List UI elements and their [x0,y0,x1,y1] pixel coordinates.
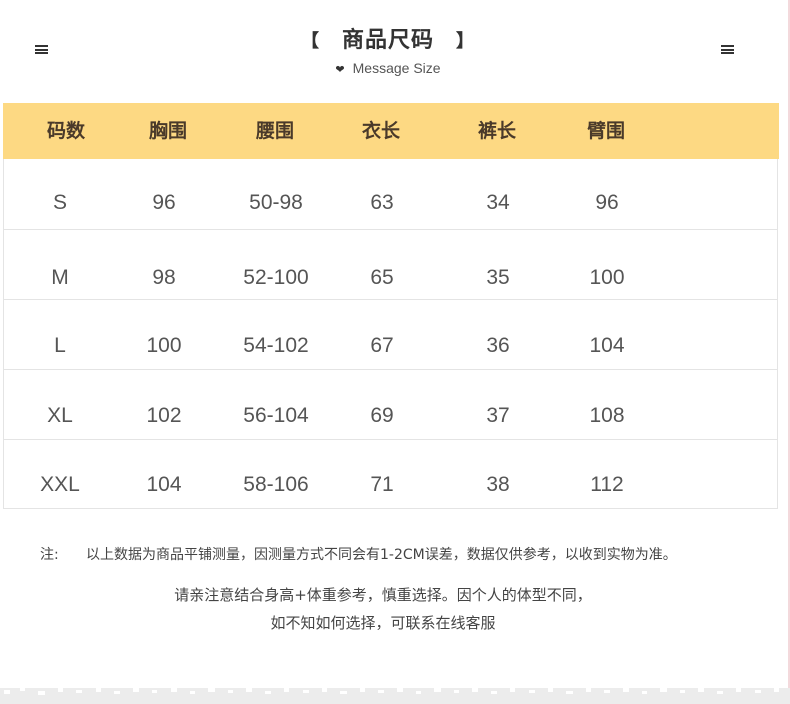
table-cell: 98 [152,266,176,289]
table-cell: 52-100 [243,266,309,289]
tips-line: 请亲注意结合身高+体重参考，慎重选择。因个人的体型不同， [174,586,592,604]
table-cell: 65 [370,266,394,289]
column-header: 衣长 [361,120,401,142]
title-bracket-right: 】 [456,31,475,52]
table-cell: 34 [486,191,510,214]
table-cell: 50-98 [249,191,303,214]
table-cell: 102 [146,404,182,427]
table-cell: 36 [486,334,510,357]
table-cell: 104 [146,473,182,496]
page-header: 【商品尺码 】 ❤ Message Size [0,22,776,76]
table-cell: 56-104 [243,404,309,427]
table-cell: 96 [595,191,619,214]
table-cell: 96 [152,191,176,214]
table-row: M 98 52-100 65 35 100 [4,229,778,300]
table-cell: 54-102 [243,334,309,357]
table-cell: 104 [589,334,625,357]
table-header-row: 码数 胸围 腰围 衣长 裤长 臂围 [3,103,779,159]
measurement-note: 注: 以上数据为商品平铺测量，因测量方式不同会有1-2CM误差，数据仅供参考，以收… [40,544,677,564]
decorative-border [0,688,790,704]
table-row: L 100 54-102 67 36 104 [4,299,778,370]
table-cell: M [51,266,69,289]
table-cell: 58-106 [243,473,309,496]
heart-icon: ❤ [335,64,345,76]
table-cell: 112 [590,473,624,496]
table-cell: 35 [486,266,510,289]
table-cell: S [52,191,68,214]
table-cell: XL [47,404,73,427]
table-cell: 100 [146,334,182,357]
size-selection-tips: 请亲注意结合身高+体重参考，慎重选择。因个人的体型不同， 如不知如何选择，可联系… [0,581,766,637]
tips-line: 如不知如何选择，可联系在线客服 [270,614,496,632]
column-header: 码数 [46,120,86,142]
column-header: 胸围 [148,120,188,142]
column-header: 臂围 [586,120,626,142]
table-row: XXL 104 58-106 71 38 112 [4,439,778,509]
table-cell: 63 [370,191,394,214]
title-bracket-left: 【 [300,31,320,52]
table-cell: 69 [370,404,394,427]
column-header: 裤长 [477,120,517,142]
table-cell: 67 [370,334,394,357]
table-row: S 96 50-98 63 34 96 [4,159,778,230]
table-cell: XXL [40,473,80,496]
page-title: 【商品尺码 】 [0,22,776,54]
table-cell: 71 [370,473,394,496]
table-row: XL 102 56-104 69 37 108 [4,369,778,440]
subtitle-text: Message Size [352,60,441,76]
note-text: 以上数据为商品平铺测量，因测量方式不同会有1-2CM误差，数据仅供参考，以收到实… [86,547,677,563]
note-label: 注: [40,547,59,563]
table-cell: 37 [486,404,510,427]
table-cell: 108 [589,404,625,427]
table-cell: L [54,334,66,357]
table-cell: 100 [589,266,625,289]
title-text: 商品尺码 [341,28,434,53]
column-header: 腰围 [255,120,295,142]
size-table: 码数 胸围 腰围 衣长 裤长 臂围 S 96 50-98 63 34 96 M … [3,103,779,509]
table-cell: 38 [486,473,510,496]
page-subtitle: ❤ Message Size [0,60,776,76]
